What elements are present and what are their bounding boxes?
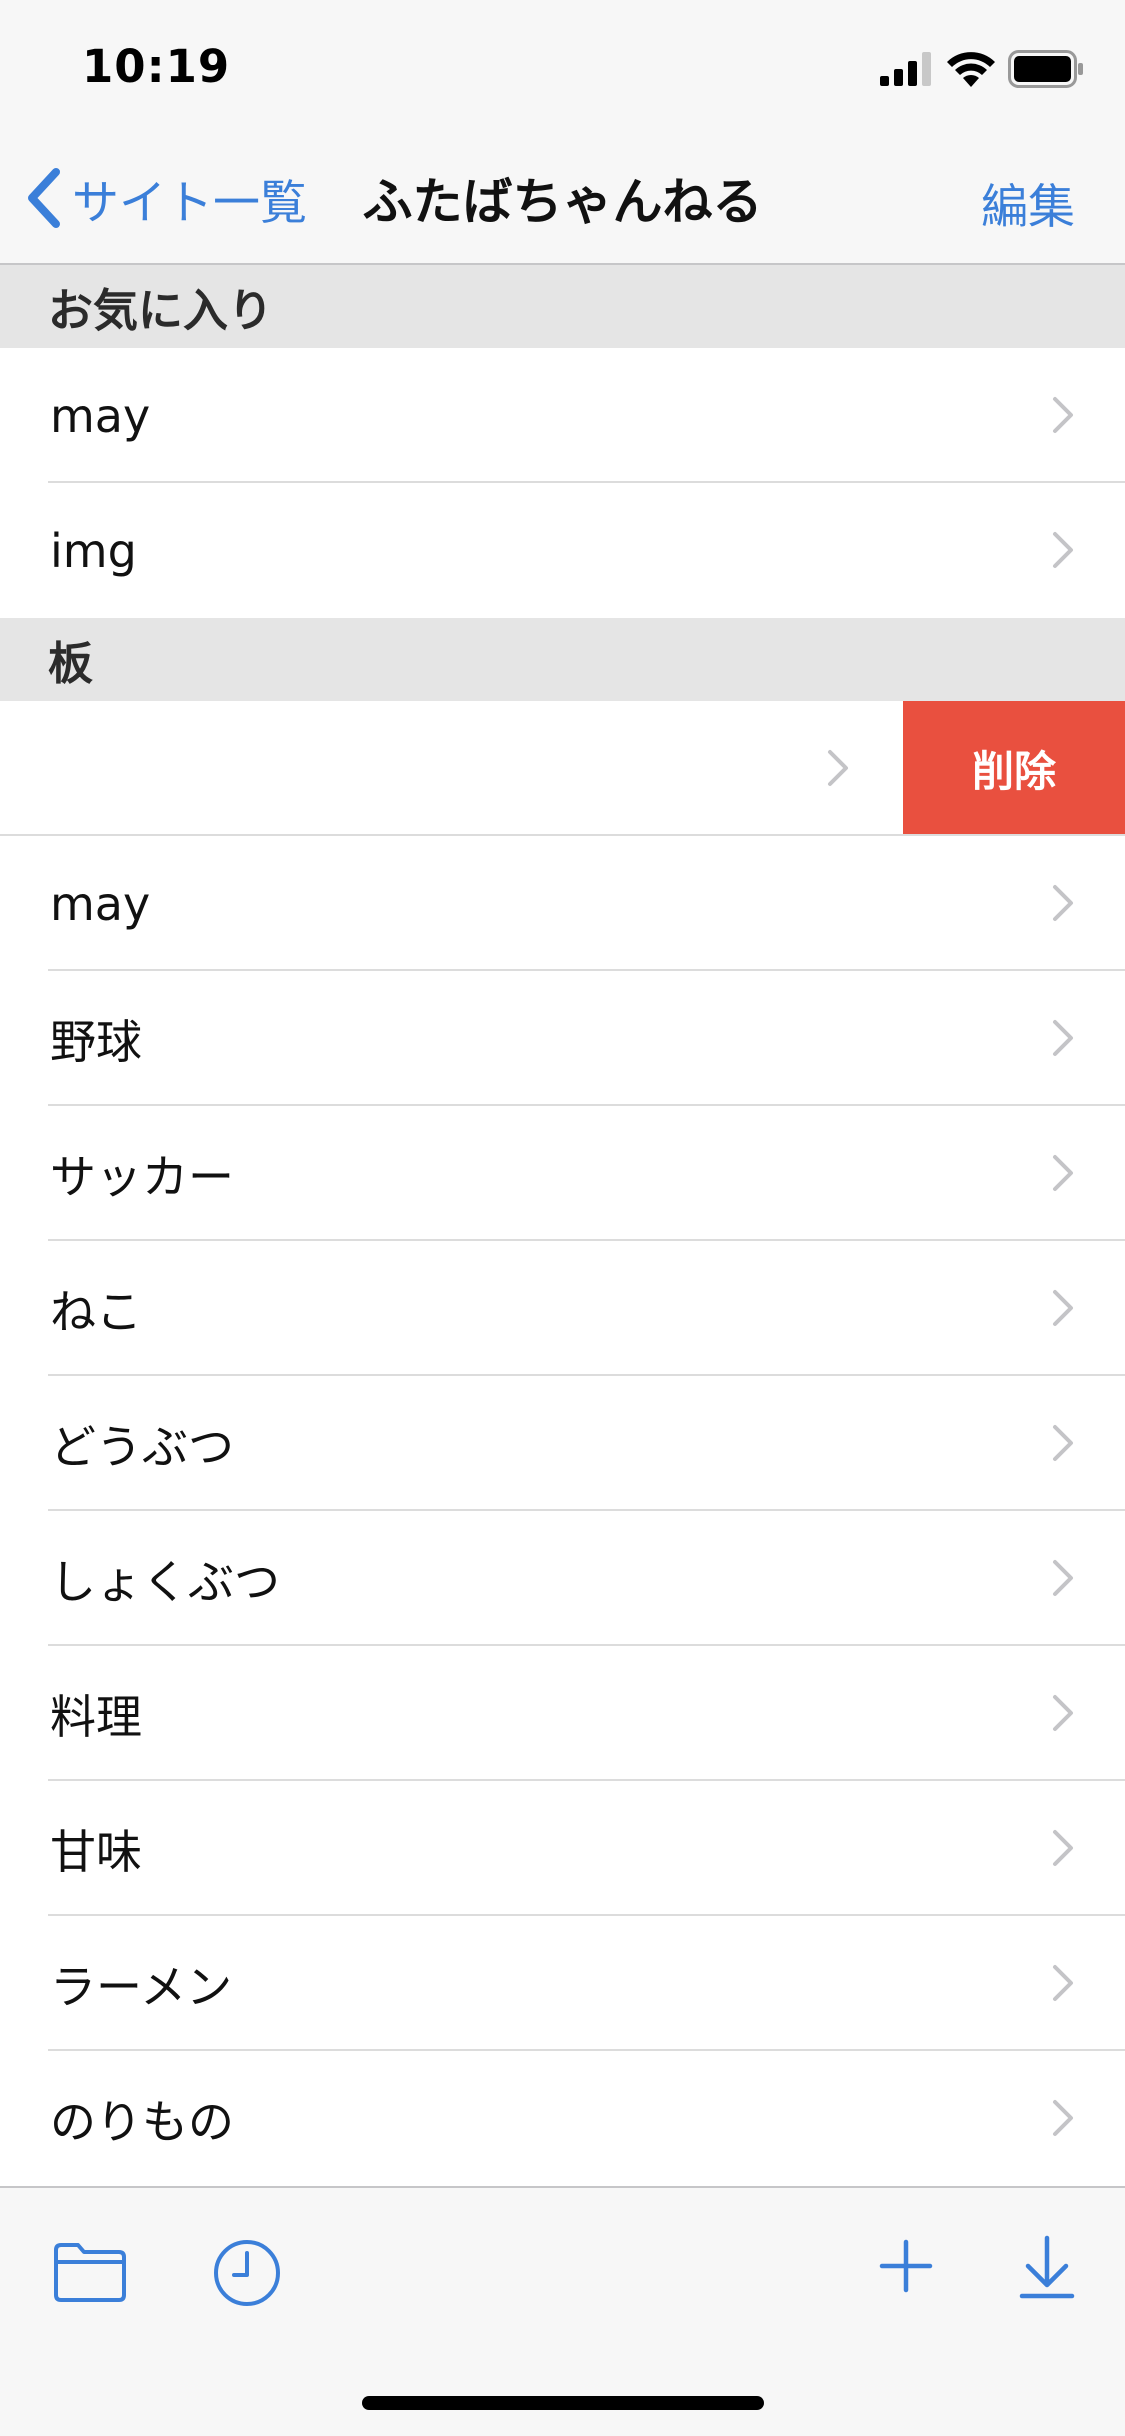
screen: 10:19 サイト一覧 ふたばちゃんねる 編集 お気に入り may img 板 … [0,0,1125,2436]
list-item-label: ラーメン [50,1959,233,2014]
list-item-label: img [50,523,137,578]
list-item-label: 野球 [50,1014,142,1069]
section-header-favorites: お気に入り [0,265,1125,348]
wifi-icon [947,52,995,87]
list-item[interactable]: サッカー [0,1106,1125,1241]
list-item-label: may [50,388,151,443]
chevron-right-icon [1053,1830,1073,1866]
list-item-label: ねこ [50,1284,142,1339]
list-item-label: may [50,876,151,931]
chevron-right-icon [1053,1695,1073,1731]
chevron-right-icon [1053,1560,1073,1596]
chevron-right-icon [1053,1155,1073,1191]
list-item[interactable]: img [0,483,1125,618]
history-clock-icon[interactable] [212,2238,282,2308]
list-item[interactable]: 甘味 [0,1781,1125,1916]
section-header-boards: 板 [0,618,1125,701]
swiped-list-item-content[interactable] [0,701,903,836]
status-time: 10:19 [82,40,231,93]
list-item-label: しょくぶつ [50,1554,280,1609]
navigation-bar: サイト一覧 ふたばちゃんねる 編集 [0,132,1125,265]
chevron-right-icon [1053,397,1073,433]
list-item[interactable]: may [0,836,1125,971]
chevron-right-icon [1053,885,1073,921]
add-icon[interactable] [878,2238,934,2294]
list-item[interactable]: may [0,348,1125,483]
list-item-label: 甘味 [50,1824,142,1879]
list-item[interactable]: ラーメン [0,1916,1125,2051]
page-title: ふたばちゃんねる [362,173,763,231]
edit-button[interactable]: 編集 [981,168,1075,237]
chevron-right-icon [1053,532,1073,568]
list-item[interactable]: のりもの [0,2051,1125,2186]
list-item-label: サッカー [50,1149,234,1204]
chevron-right-icon [1053,1965,1073,2001]
status-bar: 10:19 [0,0,1125,132]
battery-icon [1008,50,1083,88]
list-item[interactable]: ねこ [0,1241,1125,1376]
list-item[interactable]: 料理 [0,1646,1125,1781]
chevron-right-icon [1053,1425,1073,1461]
chevron-right-icon [828,750,848,786]
swiped-list-item[interactable]: 削除 [0,701,1125,836]
list-item[interactable]: 野球 [0,971,1125,1106]
delete-button[interactable]: 削除 [903,701,1125,836]
list-item-label: のりもの [50,2094,234,2149]
list-item-label: どうぶつ [50,1419,234,1474]
list-item-label: 料理 [50,1689,142,1744]
board-list: お気に入り may img 板 削除 may 野球 サッカー ねこ どうぶつ し… [0,265,1125,2186]
chevron-right-icon [1053,1290,1073,1326]
chevron-right-icon [1053,1020,1073,1056]
folder-icon[interactable] [52,2240,128,2304]
chevron-right-icon [1053,2100,1073,2136]
download-icon[interactable] [1018,2234,1076,2300]
cellular-signal-icon [880,52,931,86]
list-item[interactable]: どうぶつ [0,1376,1125,1511]
home-indicator[interactable] [362,2396,764,2410]
list-item[interactable]: しょくぶつ [0,1511,1125,1646]
